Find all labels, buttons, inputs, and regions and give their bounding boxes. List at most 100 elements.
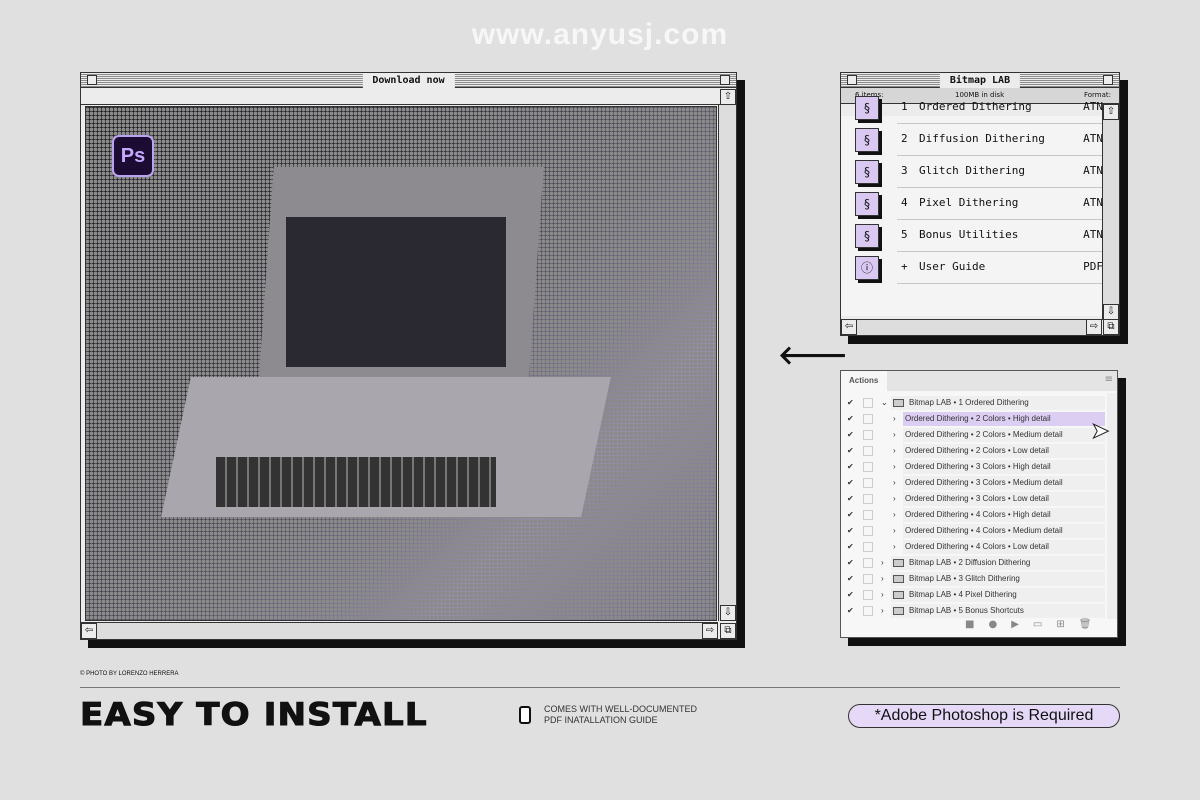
vertical-scrollbar[interactable] <box>1102 104 1119 320</box>
checkmark-icon[interactable]: ✔ <box>847 427 854 443</box>
row-label: Ordered Dithering • 4 Colors • High deta… <box>905 510 1051 519</box>
dialog-toggle[interactable] <box>863 446 873 456</box>
dialog-toggle[interactable] <box>863 510 873 520</box>
file-item[interactable]: § 2 Diffusion Dithering ATN <box>855 124 1103 156</box>
vertical-scrollbar[interactable] <box>718 105 736 621</box>
action-row[interactable]: ✔ › Ordered Dithering • 4 Colors • Low d… <box>841 539 1105 555</box>
dialog-toggle[interactable] <box>863 398 873 408</box>
resize-handle[interactable]: ⧉ <box>720 623 736 639</box>
chevron-right-icon[interactable]: › <box>893 475 896 491</box>
horizontal-scrollbar[interactable] <box>81 622 718 639</box>
chevron-down-icon[interactable]: ⌄ <box>881 395 888 411</box>
scroll-right-button[interactable]: ⇨ <box>1086 319 1102 335</box>
file-item[interactable]: § 3 Glitch Dithering ATN <box>855 156 1103 188</box>
chevron-right-icon[interactable]: › <box>893 427 896 443</box>
scroll-up-button[interactable]: ⇧ <box>720 89 736 105</box>
chevron-right-icon[interactable]: › <box>881 555 884 571</box>
dialog-toggle[interactable] <box>863 430 873 440</box>
scroll-right-button[interactable]: ⇨ <box>702 623 718 639</box>
checkmark-icon[interactable]: ✔ <box>847 443 854 459</box>
play-icon[interactable]: ▶ <box>1011 619 1019 630</box>
resize-handle[interactable]: ⧉ <box>1103 319 1119 335</box>
new-action-icon[interactable]: ⊞ <box>1056 619 1064 630</box>
action-row[interactable]: ✔ › Ordered Dithering • 2 Colors • High … <box>841 411 1105 427</box>
trash-icon[interactable]: 🗑 <box>1079 619 1092 630</box>
dialog-toggle[interactable] <box>863 590 873 600</box>
dialog-toggle[interactable] <box>863 414 873 424</box>
checkmark-icon[interactable]: ✔ <box>847 475 854 491</box>
dialog-toggle[interactable] <box>863 494 873 504</box>
dialog-toggle[interactable] <box>863 478 873 488</box>
action-row[interactable]: ✔ › Ordered Dithering • 4 Colors • Mediu… <box>841 523 1105 539</box>
close-box[interactable] <box>847 75 857 85</box>
checkmark-icon[interactable]: ✔ <box>847 411 854 427</box>
horizontal-scrollbar[interactable] <box>841 319 1102 335</box>
zoom-box[interactable] <box>720 75 730 85</box>
scroll-left-button[interactable]: ⇦ <box>81 623 97 639</box>
scroll-down-button[interactable]: ⇩ <box>720 605 736 621</box>
chevron-right-icon[interactable]: › <box>881 571 884 587</box>
row-label: Bitmap LAB • 2 Diffusion Dithering <box>909 558 1031 567</box>
action-row[interactable]: ✔ › Ordered Dithering • 2 Colors • Mediu… <box>841 427 1105 443</box>
tab-actions[interactable]: Actions <box>841 371 887 391</box>
checkmark-icon[interactable]: ✔ <box>847 539 854 555</box>
watch-icon <box>519 706 531 724</box>
checkmark-icon[interactable]: ✔ <box>847 491 854 507</box>
chevron-right-icon[interactable]: › <box>893 459 896 475</box>
chevron-right-icon[interactable]: › <box>893 523 896 539</box>
file-item[interactable]: § 4 Pixel Dithering ATN <box>855 188 1103 220</box>
file-item[interactable]: § 1 Ordered Dithering ATN <box>855 92 1103 124</box>
item-label: Ordered Dithering <box>919 100 1032 113</box>
item-format: ATN <box>1083 164 1103 177</box>
dialog-toggle[interactable] <box>863 606 873 616</box>
action-row[interactable]: ✔ › Ordered Dithering • 3 Colors • High … <box>841 459 1105 475</box>
dialog-toggle[interactable] <box>863 542 873 552</box>
dialog-toggle[interactable] <box>863 558 873 568</box>
panel-menu-icon[interactable]: ≡ <box>1105 374 1113 385</box>
zoom-box[interactable] <box>1103 75 1113 85</box>
folder-icon <box>893 558 904 567</box>
checkmark-icon[interactable]: ✔ <box>847 523 854 539</box>
checkmark-icon[interactable]: ✔ <box>847 555 854 571</box>
action-row[interactable]: ✔ › Ordered Dithering • 3 Colors • Mediu… <box>841 475 1105 491</box>
action-row[interactable]: ✔ › Ordered Dithering • 2 Colors • Low d… <box>841 443 1105 459</box>
action-set-row[interactable]: ✔ › Bitmap LAB • 3 Glitch Dithering <box>841 571 1105 587</box>
action-set-row[interactable]: ✔ › Bitmap LAB • 4 Pixel Dithering <box>841 587 1105 603</box>
record-icon[interactable]: ● <box>988 619 997 630</box>
scroll-left-button[interactable]: ⇦ <box>841 319 857 335</box>
file-item[interactable]: ⓘ + User Guide PDF <box>855 252 1103 284</box>
close-box[interactable] <box>87 75 97 85</box>
stop-icon[interactable]: ■ <box>965 619 974 630</box>
chevron-right-icon[interactable]: › <box>893 443 896 459</box>
scroll-down-button[interactable]: ⇩ <box>1103 304 1119 320</box>
action-set-row[interactable]: ✔ ⌄ Bitmap LAB • 1 Ordered Dithering <box>841 395 1105 411</box>
checkmark-icon[interactable]: ✔ <box>847 571 854 587</box>
action-set-row[interactable]: ✔ › Bitmap LAB • 2 Diffusion Dithering <box>841 555 1105 571</box>
checkmark-icon[interactable]: ✔ <box>847 459 854 475</box>
chevron-right-icon[interactable]: › <box>881 603 884 619</box>
computer-screen <box>286 217 506 367</box>
chevron-right-icon[interactable]: › <box>893 539 896 555</box>
action-row[interactable]: ✔ › Ordered Dithering • 3 Colors • Low d… <box>841 491 1105 507</box>
chevron-right-icon[interactable]: › <box>893 491 896 507</box>
action-row[interactable]: ✔ › Ordered Dithering • 4 Colors • High … <box>841 507 1105 523</box>
title-bar[interactable]: Bitmap LAB <box>841 73 1119 88</box>
dialog-toggle[interactable] <box>863 462 873 472</box>
checkmark-icon[interactable]: ✔ <box>847 603 854 619</box>
row-label: Ordered Dithering • 4 Colors • Low detai… <box>905 542 1049 551</box>
action-set-row[interactable]: ✔ › Bitmap LAB • 5 Bonus Shortcuts <box>841 603 1105 619</box>
chevron-right-icon[interactable]: › <box>893 507 896 523</box>
photoshop-badge: Ps <box>112 135 154 177</box>
chevron-right-icon[interactable]: › <box>881 587 884 603</box>
checkmark-icon[interactable]: ✔ <box>847 395 854 411</box>
checkmark-icon[interactable]: ✔ <box>847 587 854 603</box>
scroll-up-button[interactable]: ⇧ <box>1103 104 1119 120</box>
chevron-right-icon[interactable]: › <box>893 411 896 427</box>
checkmark-icon[interactable]: ✔ <box>847 507 854 523</box>
title-bar[interactable]: Download now <box>81 73 736 88</box>
row-label: Bitmap LAB • 5 Bonus Shortcuts <box>909 606 1024 615</box>
folder-icon[interactable]: ▭ <box>1033 619 1042 630</box>
file-item[interactable]: § 5 Bonus Utilities ATN <box>855 220 1103 252</box>
dialog-toggle[interactable] <box>863 574 873 584</box>
dialog-toggle[interactable] <box>863 526 873 536</box>
